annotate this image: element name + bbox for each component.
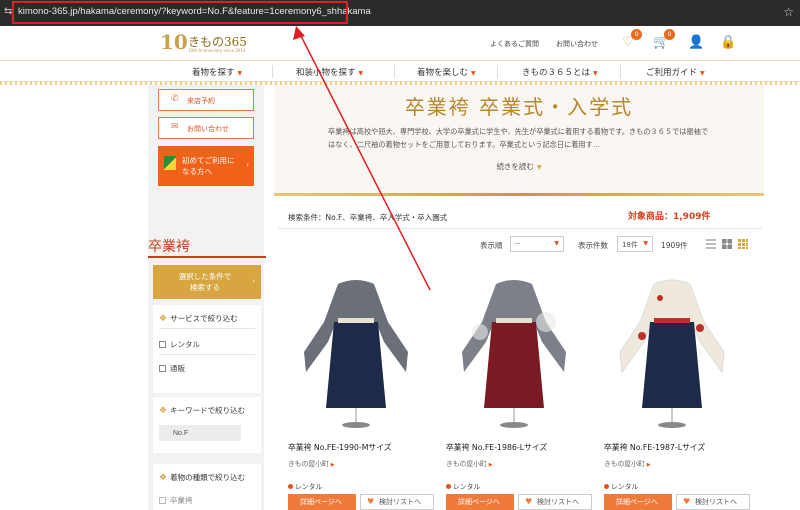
checkbox-rental[interactable]: レンタル <box>159 339 200 350</box>
shop-name[interactable]: きもの屋小町 ▶ <box>604 458 651 468</box>
keyword-filter-panel: ❖キーワードで絞り込む ⌕ <box>153 397 261 453</box>
service-type: レンタル <box>604 481 638 491</box>
product-card[interactable]: 卒業袴 No.FE-1987-Lサイズ きもの屋小町 ▶ レンタル 詳細ページへ … <box>604 262 754 510</box>
service-type: レンタル <box>446 481 480 491</box>
add-to-wishlist-button[interactable]: ♥ 検討リストへ <box>676 494 750 510</box>
lock-icon[interactable]: 🔒 <box>720 35 736 51</box>
detail-page-button[interactable]: 詳細ページへ <box>604 494 672 510</box>
diamond-icon: ❖ <box>159 314 168 324</box>
product-image[interactable] <box>288 262 438 432</box>
type-filter-panel: ❖ 着物の種類で絞り込む 卒業袴 <box>153 464 261 510</box>
nav-item-find-accessories[interactable]: 和装小物を探す ▼ <box>296 66 363 78</box>
chevron-right-icon: › <box>246 161 249 169</box>
total-count: 1909件 <box>661 241 688 250</box>
per-page-label: 表示件数 <box>578 241 608 250</box>
search-criteria: 検索条件：No.F、卒業袴、卒入学式・卒入園式 <box>288 213 448 222</box>
service-filter-panel: ❖ サービスで絞り込む レンタル 通販 <box>153 305 261 393</box>
type-filter-title: ❖ 着物の種類で絞り込む <box>159 473 246 483</box>
detail-page-button[interactable]: 詳細ページへ <box>446 494 514 510</box>
logo-subtitle: 10th Anniversary since 2014 <box>188 48 246 53</box>
diamond-icon: ❖ <box>159 473 168 483</box>
hero-description: 卒業袴は高校や短大、専門学校、大学の卒業式に学生や、先生が卒業式に着用する着物で… <box>328 127 709 149</box>
shop-name[interactable]: きもの屋小町 ▶ <box>288 458 335 468</box>
heart-icon: ♥ <box>683 497 691 506</box>
hero-banner: 卒業袴 卒業式・入学式 卒業袴は高校や短大、専門学校、大学の卒業式に学生や、先生… <box>274 85 764 195</box>
nav-item-enjoy-kimono[interactable]: 着物を楽しむ ▼ <box>417 66 476 78</box>
reserve-button[interactable]: ✆ 来店予約 <box>158 89 254 111</box>
first-time-guide-button[interactable]: 初めてご利用に なる方へ › <box>158 146 254 186</box>
category-title-underline <box>148 256 266 258</box>
user-add-icon[interactable]: 👤 <box>688 35 704 51</box>
keyword-filter-title: ❖ キーワードで絞り込む <box>159 406 246 416</box>
site-logo[interactable]: 10 きもの365 10th Anniversary since 2014 <box>160 30 250 56</box>
grid-dense-view-icon[interactable] <box>738 239 748 249</box>
inquiry-button[interactable]: ✉ お問い合わせ <box>158 117 254 139</box>
product-name[interactable]: 卒業袴 No.FE-1986-Lサイズ <box>446 442 547 453</box>
favorites-count-badge: 0 <box>631 29 642 40</box>
cart-count-badge: 0 <box>664 29 675 40</box>
chevron-right-icon: › <box>252 277 255 285</box>
main-nav: 着物を探す ▼ 和装小物を探す ▼ 着物を楽しむ ▼ きもの３６５とは ▼ ご利用ガイド… <box>0 60 800 82</box>
category-title: 卒業袴 <box>148 239 190 255</box>
nav-item-about[interactable]: きもの３６５とは ▼ <box>522 66 598 78</box>
product-name[interactable]: 卒業袴 No.FE-1990-Mサイズ <box>288 442 392 453</box>
hero-gold-divider <box>274 193 764 196</box>
mail-icon: ✉ <box>171 122 179 132</box>
grid-view-icon[interactable] <box>722 239 732 249</box>
site-header: 10 きもの365 10th Anniversary since 2014 よく… <box>0 26 800 60</box>
heart-icon: ♥ <box>525 497 533 506</box>
phone-icon: ✆ <box>171 94 179 104</box>
beginner-mark-icon <box>164 156 176 170</box>
nav-item-find-kimono[interactable]: 着物を探す ▼ <box>192 66 242 78</box>
product-card[interactable]: 卒業袴 No.FE-1990-Mサイズ きもの屋小町 ▶ レンタル 詳細ページへ … <box>288 262 438 510</box>
product-name[interactable]: 卒業袴 No.FE-1987-Lサイズ <box>604 442 705 453</box>
checkbox-graduation-hakama[interactable]: 卒業袴 <box>159 495 193 506</box>
search-with-conditions-button[interactable]: 選択した条件で 検索する › <box>153 265 261 299</box>
heart-icon: ♥ <box>367 497 375 506</box>
sort-select[interactable]: -- ▼ <box>510 236 564 252</box>
list-view-icon[interactable] <box>706 239 716 249</box>
add-to-wishlist-button[interactable]: ♥ 検討リストへ <box>518 494 592 510</box>
faq-link[interactable]: よくあるご質問 <box>490 39 539 49</box>
service-filter-title: ❖ サービスで絞り込む <box>159 314 238 324</box>
read-more-link[interactable]: 続きを読む ▼ <box>274 161 764 172</box>
nav-item-guide[interactable]: ご利用ガイド ▼ <box>646 66 705 78</box>
checkbox-mail-order[interactable]: 通販 <box>159 363 185 374</box>
product-image[interactable] <box>604 262 754 432</box>
url-highlight-box <box>12 1 348 24</box>
logo-mark: 10 <box>160 30 188 54</box>
sort-label: 表示順 <box>480 241 503 250</box>
per-page-select[interactable]: 18件 ▼ <box>617 236 653 252</box>
page-title: 卒業袴 卒業式・入学式 <box>404 95 634 119</box>
product-card[interactable]: 卒業袴 No.FE-1986-Lサイズ きもの屋小町 ▶ レンタル 詳細ページへ … <box>446 262 596 510</box>
shop-name[interactable]: きもの屋小町 ▶ <box>446 458 493 468</box>
add-to-wishlist-button[interactable]: ♥ 検討リストへ <box>360 494 434 510</box>
service-type: レンタル <box>288 481 322 491</box>
product-image[interactable] <box>446 262 596 432</box>
detail-page-button[interactable]: 詳細ページへ <box>288 494 356 510</box>
diamond-icon: ❖ <box>159 406 168 416</box>
contact-link[interactable]: お問い合わせ <box>556 39 598 49</box>
result-count: 対象商品：1,909件 <box>628 212 711 222</box>
bookmark-star-icon[interactable]: ☆ <box>783 5 794 19</box>
keyword-input[interactable] <box>159 425 241 441</box>
